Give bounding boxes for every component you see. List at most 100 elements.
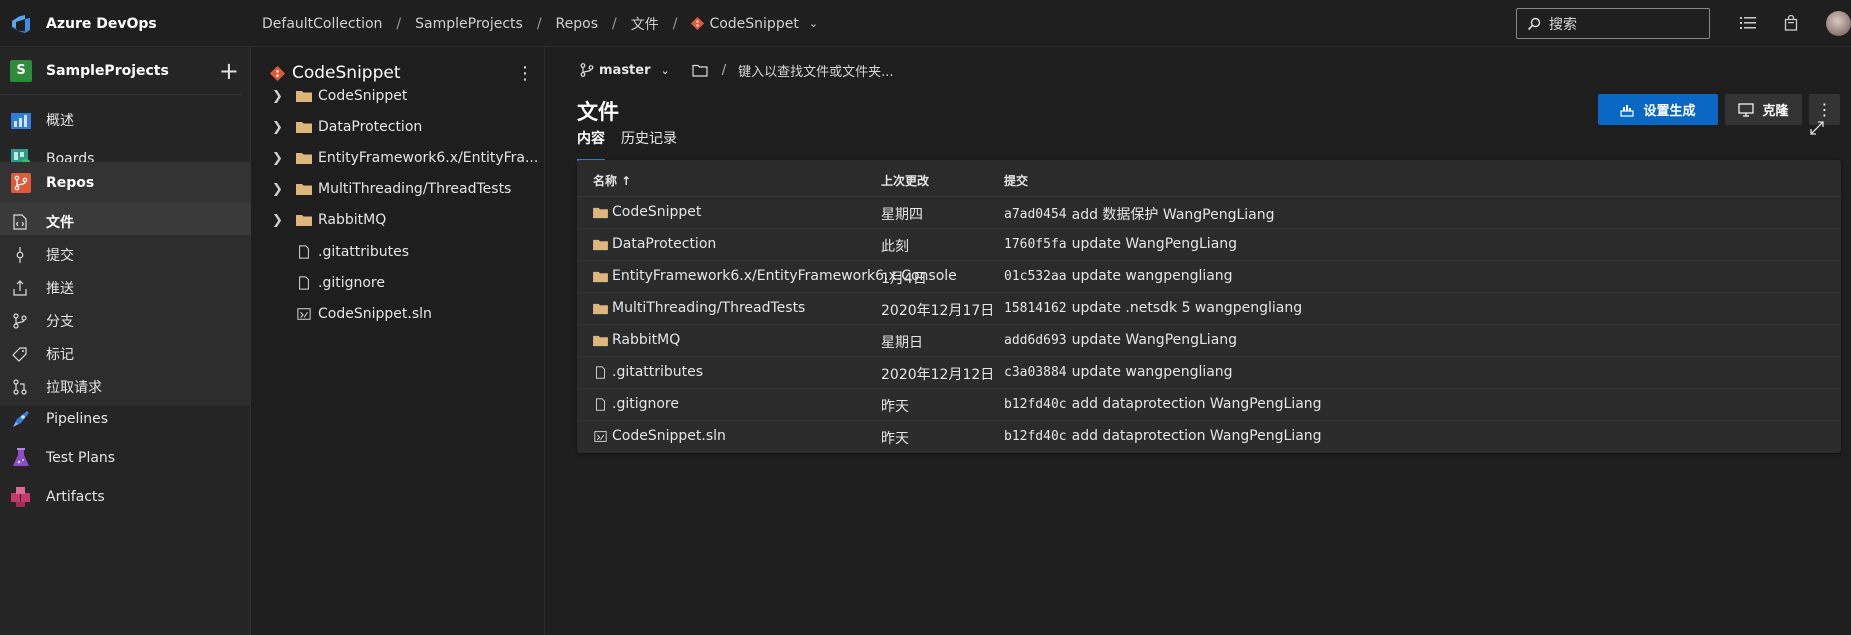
search-input[interactable]: 搜索: [1516, 8, 1710, 39]
tree-item[interactable]: ❯ DataProtection: [272, 112, 422, 142]
commit-hash[interactable]: 1760f5fa: [1004, 237, 1067, 252]
last-change-cell: 星期日: [881, 335, 923, 351]
tree-item[interactable]: .gitattributes: [296, 237, 409, 267]
tree-item-label: EntityFramework6.x/EntityFra...: [318, 150, 539, 166]
tree-item[interactable]: ❯ EntityFramework6.x/EntityFra...: [272, 143, 538, 173]
commit-hash[interactable]: 15814162: [1004, 301, 1067, 316]
sidebar-item-label: 概述: [46, 113, 74, 129]
sub-item-label: 文件: [46, 214, 74, 231]
monitor-icon: [1738, 102, 1755, 117]
commit-hash[interactable]: b12fd40c: [1004, 397, 1067, 412]
table-row[interactable]: RabbitMQ 星期日 add6d693 update WangPengLian…: [577, 325, 1841, 357]
file-tree-panel: CodeSnippet ⋮ ❯ CodeSnippet ❯ DataProtec…: [252, 47, 545, 635]
tree-item[interactable]: ❯ RabbitMQ: [272, 205, 386, 235]
chevron-right-icon[interactable]: ❯: [272, 89, 286, 104]
file-name: DataProtection: [612, 236, 717, 252]
commit-message: update .netsdk 5 wangpengliang: [1071, 300, 1303, 316]
last-change-cell: 2020年12月17日: [881, 303, 995, 319]
file-name-cell[interactable]: .gitattributes: [593, 364, 703, 380]
path-search-input[interactable]: 键入以查找文件或文件夹...: [738, 61, 893, 80]
files-table: 名称 ↑ 上次更改 提交 CodeSnippet 星期四 a7ad0454 add…: [577, 160, 1841, 453]
commit-hash[interactable]: add6d693: [1004, 333, 1067, 348]
add-icon[interactable]: +: [219, 59, 239, 83]
column-name[interactable]: 名称 ↑: [593, 172, 631, 189]
sidebar-item-label: Repos: [46, 175, 95, 191]
build-icon: [1620, 104, 1635, 117]
commit-message: update WangPengLiang: [1071, 332, 1238, 348]
commit-hash[interactable]: c3a03884: [1004, 365, 1067, 380]
tree-item-label: DataProtection: [318, 119, 423, 135]
tree-item[interactable]: ❯ CodeSnippet: [272, 81, 407, 111]
project-header[interactable]: S SampleProjects +: [0, 47, 241, 95]
tree-item[interactable]: ❯ MultiThreading/ThreadTests: [272, 174, 511, 204]
list-settings-icon[interactable]: [1737, 12, 1759, 34]
breadcrumb-project[interactable]: SampleProjects: [415, 16, 523, 32]
branch-icon: [12, 312, 28, 329]
breadcrumb-repo[interactable]: CodeSnippet: [709, 16, 798, 32]
file-name-cell[interactable]: DataProtection: [593, 236, 716, 252]
push-icon: [12, 279, 28, 296]
search-placeholder: 搜索: [1549, 16, 1577, 33]
commit-hash[interactable]: 01c532aa: [1004, 269, 1067, 284]
commit-message: update wangpengliang: [1071, 364, 1233, 380]
avatar[interactable]: [1826, 11, 1851, 36]
project-badge: S: [10, 59, 32, 82]
table-row[interactable]: CodeSnippet.sln 昨天 b12fd40c add dataprote…: [577, 421, 1841, 453]
commit-cell: 15814162 update .netsdk 5 wangpengliang: [1004, 300, 1302, 316]
expand-icon[interactable]: [1806, 117, 1828, 139]
tree-item-label: CodeSnippet.sln: [318, 306, 432, 322]
breadcrumb: DefaultCollection / SampleProjects / Rep…: [262, 0, 818, 47]
file-name-cell[interactable]: CodeSnippet.sln: [593, 428, 726, 444]
folder-icon: [296, 122, 312, 133]
path-separator: /: [721, 62, 727, 78]
shopping-bag-icon[interactable]: [1780, 12, 1802, 34]
sub-item-label: 分支: [46, 313, 74, 330]
file-name-cell[interactable]: RabbitMQ: [593, 332, 680, 348]
tab-history[interactable]: 历史记录: [621, 121, 677, 155]
folder-icon: [593, 239, 608, 250]
more-options-icon[interactable]: ⋮: [516, 63, 534, 84]
chevron-down-icon[interactable]: ⌄: [809, 17, 818, 30]
table-row[interactable]: EntityFramework6.x/EntityFramework6.x.Co…: [577, 261, 1841, 293]
chevron-right-icon[interactable]: ❯: [272, 182, 286, 197]
table-row[interactable]: MultiThreading/ThreadTests 2020年12月17日 1…: [577, 293, 1841, 325]
file-name-cell[interactable]: MultiThreading/ThreadTests: [593, 300, 805, 316]
clone-button[interactable]: 克隆: [1725, 94, 1802, 125]
table-row[interactable]: .gitignore 昨天 b12fd40c add dataprotection…: [577, 389, 1841, 421]
chevron-right-icon[interactable]: ❯: [272, 120, 286, 135]
commit-message: update WangPengLiang: [1071, 236, 1238, 252]
chevron-right-icon[interactable]: ❯: [272, 151, 286, 166]
breadcrumb-collection[interactable]: DefaultCollection: [262, 16, 382, 32]
commit-hash[interactable]: b12fd40c: [1004, 429, 1067, 444]
folder-icon: [593, 207, 608, 218]
file-icon: [595, 365, 606, 379]
file-name-cell[interactable]: .gitignore: [593, 396, 679, 412]
table-row[interactable]: CodeSnippet 星期四 a7ad0454 add 数据保护 WangPen…: [577, 197, 1841, 229]
breadcrumb-repos[interactable]: Repos: [556, 16, 598, 32]
tree-item[interactable]: CodeSnippet.sln: [296, 299, 432, 329]
sidebar-item-artifacts[interactable]: Artifacts: [0, 474, 251, 520]
project-name: SampleProjects: [46, 62, 169, 79]
chevron-down-icon[interactable]: ⌄: [661, 64, 670, 77]
last-change-cell: 星期四: [881, 207, 923, 223]
setup-build-button[interactable]: 设置生成: [1598, 94, 1718, 125]
tree-item-label: .gitignore: [318, 275, 385, 291]
tree-repo-name[interactable]: CodeSnippet: [292, 63, 516, 83]
file-name-cell[interactable]: CodeSnippet: [593, 204, 701, 220]
folder-outline-icon[interactable]: [692, 64, 708, 77]
sub-item-label: 推送: [46, 280, 74, 297]
table-row[interactable]: DataProtection 此刻 1760f5fa update WangPen…: [577, 229, 1841, 261]
chevron-right-icon[interactable]: ❯: [272, 213, 286, 228]
brand-link[interactable]: Azure DevOps: [0, 0, 251, 47]
breadcrumb-files[interactable]: 文件: [631, 14, 659, 34]
table-row[interactable]: .gitattributes 2020年12月12日 c3a03884 updat…: [577, 357, 1841, 389]
sidebar: S SampleProjects + 概述 Boards Repos 文件 提交…: [0, 47, 251, 635]
artifacts-icon: [10, 486, 32, 508]
tree-item[interactable]: .gitignore: [296, 268, 385, 298]
commit-hash[interactable]: a7ad0454: [1004, 207, 1067, 222]
sidebar-item-repos[interactable]: Repos: [0, 162, 251, 204]
tab-contents[interactable]: 内容: [577, 121, 605, 161]
branch-selector[interactable]: master: [599, 63, 651, 78]
last-change-cell: 1月4日: [881, 271, 927, 287]
sidebar-item-label: Artifacts: [46, 489, 105, 505]
